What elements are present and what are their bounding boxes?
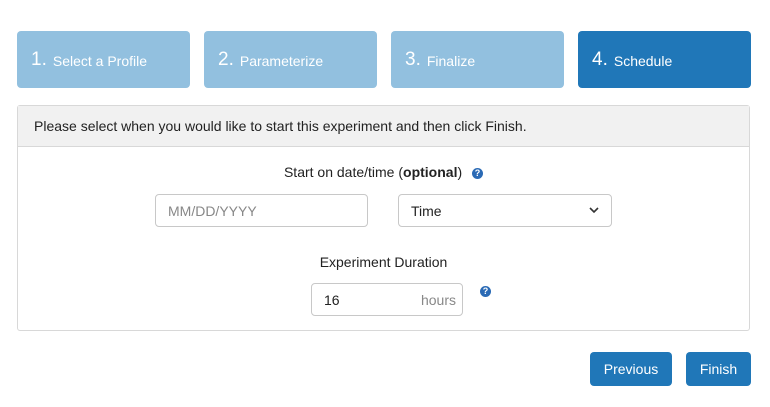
panel-heading: Please select when you would like to sta… <box>18 106 749 147</box>
duration-unit: hours <box>420 291 456 308</box>
step-label: Parameterize <box>239 53 324 69</box>
time-select-value: Time <box>411 202 442 219</box>
help-icon[interactable]: ? <box>480 286 491 297</box>
duration-field[interactable]: hours <box>311 283 463 316</box>
step-parameterize[interactable]: 2. Parameterize <box>204 31 377 88</box>
step-select-profile[interactable]: 1. Select a Profile <box>17 31 190 88</box>
step-label: Schedule <box>613 53 673 69</box>
step-number: 3. <box>405 48 421 70</box>
optional-text: optional <box>403 164 458 180</box>
step-number: 2. <box>218 48 234 70</box>
step-finalize[interactable]: 3. Finalize <box>391 31 564 88</box>
start-datetime-label: Start on date/time (optional) ? <box>18 164 749 180</box>
step-label: Finalize <box>426 53 476 69</box>
start-date-input[interactable] <box>155 194 368 227</box>
schedule-panel: Please select when you would like to sta… <box>17 105 750 331</box>
help-icon[interactable]: ? <box>472 167 484 179</box>
start-time-select[interactable]: Time <box>398 194 612 227</box>
step-number: 1. <box>31 48 47 70</box>
step-label: Select a Profile <box>52 53 148 69</box>
step-schedule[interactable]: 4. Schedule <box>578 31 751 88</box>
finish-button[interactable]: Finish <box>686 352 751 386</box>
wizard-steps: 1. Select a Profile 2. Parameterize 3. F… <box>17 31 751 88</box>
previous-button[interactable]: Previous <box>590 352 672 386</box>
start-label-suffix: ) <box>457 164 463 180</box>
duration-input[interactable] <box>324 291 414 308</box>
start-label-prefix: Start on date/time ( <box>283 164 404 180</box>
chevron-down-icon <box>589 207 599 214</box>
step-number: 4. <box>592 48 608 70</box>
duration-label: Experiment Duration <box>319 254 448 270</box>
